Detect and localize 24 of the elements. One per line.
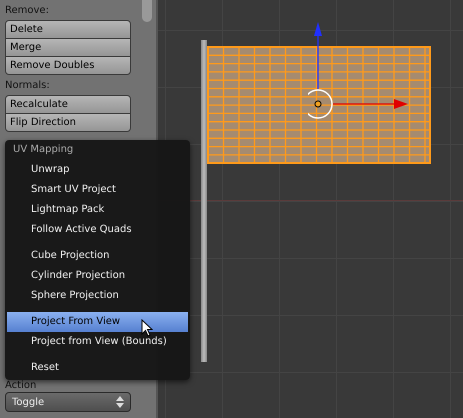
tool-button[interactable]: Flip Direction [5,113,131,132]
tool-button[interactable]: Merge [5,38,131,57]
menu-item[interactable]: Sphere Projection [7,286,188,306]
menu-title: UV Mapping [12,143,74,157]
section-heading: Normals: [5,79,50,93]
action-label: Action [5,380,36,392]
menu-item[interactable]: Cylinder Projection [7,266,188,286]
tool-button[interactable]: Delete [5,20,131,39]
menu-item[interactable]: Project from View (Bounds) [7,332,188,352]
menu-item[interactable]: Unwrap [7,160,188,180]
menu-item[interactable]: Follow Active Quads [7,220,188,240]
menu-item[interactable]: Project From View [7,312,188,332]
menu-item[interactable]: Lightmap Pack [7,200,188,220]
menu-item[interactable]: Reset [7,358,188,378]
region-scrollbar[interactable] [201,40,207,362]
menu-item[interactable]: Smart UV Project [7,180,188,200]
action-dropdown[interactable]: Toggle [5,392,131,412]
menu-item[interactable]: Cube Projection [7,246,188,266]
tool-button[interactable]: Remove Doubles [5,56,131,75]
panel-scrollbar[interactable] [142,0,152,22]
section-heading: Remove: [5,4,49,18]
mouse-cursor-icon [141,319,153,337]
tool-button[interactable]: Recalculate [5,95,131,114]
updown-arrows-icon [116,396,124,408]
